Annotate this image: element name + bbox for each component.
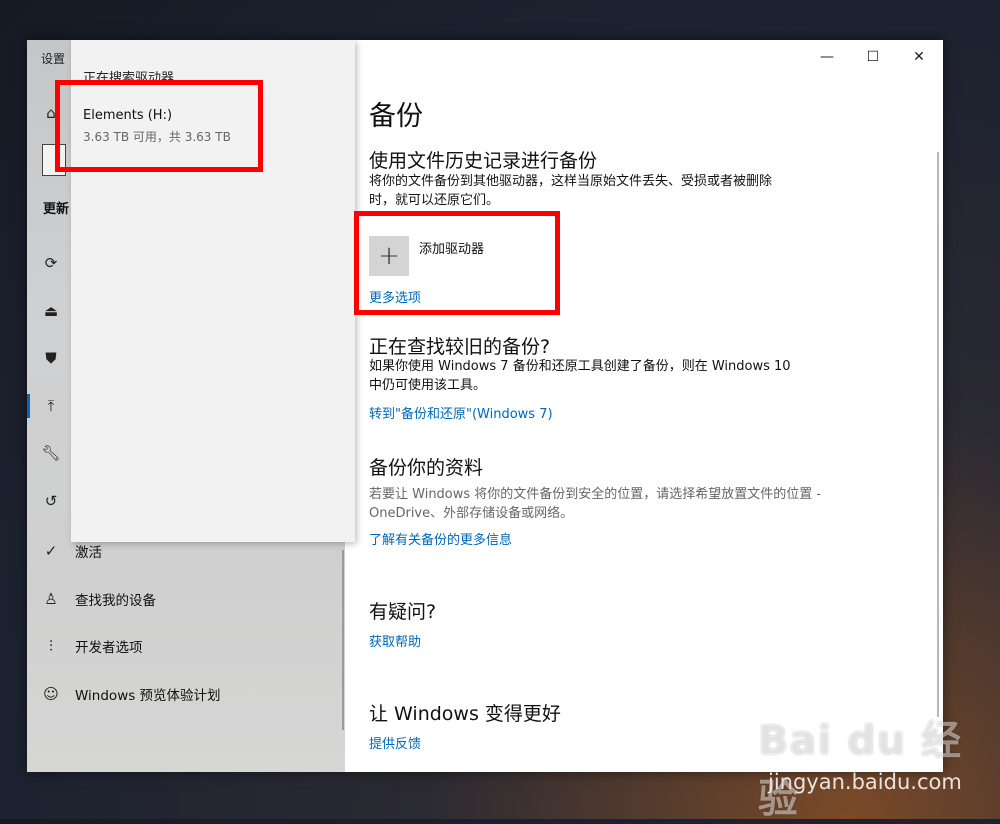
questions-heading: 有疑问? bbox=[369, 601, 437, 623]
sidebar-item-label: Windows 预览体验计划 bbox=[75, 688, 221, 704]
sidebar-item-label: 开发者选项 bbox=[75, 640, 143, 656]
file-history-heading: 使用文件历史记录进行备份 bbox=[369, 150, 598, 172]
maximize-button[interactable]: ☐ bbox=[859, 48, 887, 66]
give-feedback-link[interactable]: 提供反馈 bbox=[369, 733, 421, 752]
drive-picker-flyout: 正在搜索驱动器 Elements (H:) 3.63 TB 可用，共 3.63 … bbox=[71, 40, 355, 542]
shield-icon[interactable]: ⛊ bbox=[41, 348, 61, 368]
older-backup-heading: 正在查找较旧的备份? bbox=[369, 336, 551, 358]
more-options-link[interactable]: 更多选项 bbox=[369, 287, 421, 306]
watermark-logo: Bai du 经验 bbox=[758, 718, 963, 822]
plus-icon: + bbox=[378, 241, 400, 271]
sidebar-item-label: 查找我的设备 bbox=[75, 593, 156, 609]
backup-data-desc-1: 若要让 Windows 将你的文件备份到安全的位置，请选择希望放置文件的位置 - bbox=[369, 487, 822, 502]
sync-icon[interactable]: ⟳ bbox=[41, 253, 61, 273]
search-input[interactable] bbox=[42, 144, 66, 176]
backup-restore-link[interactable]: 转到"备份和还原"(Windows 7) bbox=[369, 403, 553, 422]
drive-option[interactable]: Elements (H:) 3.63 TB 可用，共 3.63 TB bbox=[71, 98, 355, 148]
settings-window: 设置 ⌂ 更新 ⟳ ⏏ ⛊ ⤒ 🔧︎ ↺ ✓ 激活 ♙ 查找我的设备 ⫶ 开发者… bbox=[27, 40, 943, 772]
content-scrollbar[interactable] bbox=[937, 152, 939, 717]
drive-capacity: 3.63 TB 可用，共 3.63 TB bbox=[83, 130, 231, 144]
insider-cat-icon: ☺ bbox=[43, 685, 59, 703]
wrench-icon[interactable]: 🔧︎ bbox=[41, 443, 61, 463]
search-status: 正在搜索驱动器 bbox=[83, 71, 175, 86]
selected-indicator bbox=[27, 394, 30, 418]
sidebar-item-insider[interactable]: ☺ Windows 预览体验计划 bbox=[41, 679, 221, 709]
learn-more-link[interactable]: 了解有关备份的更多信息 bbox=[369, 529, 512, 548]
page-title: 备份 bbox=[369, 101, 423, 132]
history-icon[interactable]: ↺ bbox=[41, 491, 61, 511]
developer-sliders-icon: ⫶ bbox=[49, 637, 53, 655]
home-icon[interactable]: ⌂ bbox=[41, 103, 61, 123]
watermark-url: jingyan.baidu.com bbox=[768, 770, 962, 794]
close-button[interactable]: ✕ bbox=[905, 48, 933, 66]
drive-name: Elements (H:) bbox=[83, 108, 173, 123]
older-backup-desc-2: 中仍可使用该工具。 bbox=[369, 378, 487, 393]
backup-data-heading: 备份你的资料 bbox=[369, 457, 484, 479]
sidebar-item-label: 激活 bbox=[75, 545, 102, 561]
backup-arrow-icon[interactable]: ⤒ bbox=[41, 396, 61, 416]
app-title: 设置 bbox=[41, 52, 66, 66]
check-circle-icon: ✓ bbox=[44, 542, 58, 560]
sidebar-item-find-device[interactable]: ♙ 查找我的设备 bbox=[41, 584, 156, 614]
sidebar-item-developer[interactable]: ⫶ 开发者选项 bbox=[41, 631, 143, 661]
baidu-watermark: Bai du 经验 jingyan.baidu.com bbox=[758, 708, 1000, 824]
add-drive-label[interactable]: 添加驱动器 bbox=[419, 238, 484, 257]
person-location-icon: ♙ bbox=[44, 590, 58, 608]
file-history-desc-2: 时，就可以还原它们。 bbox=[369, 193, 500, 208]
feedback-heading: 让 Windows 变得更好 bbox=[369, 703, 561, 725]
minimize-button[interactable]: — bbox=[813, 48, 841, 66]
add-drive-button[interactable]: + bbox=[369, 236, 409, 276]
backup-data-desc-2: OneDrive、外部存储设备或网络。 bbox=[369, 506, 574, 521]
get-help-link[interactable]: 获取帮助 bbox=[369, 631, 421, 650]
sidebar-heading: 更新 bbox=[43, 202, 70, 217]
file-history-desc-1: 将你的文件备份到其他驱动器，这样当原始文件丢失、受损或者被删除 bbox=[369, 174, 773, 189]
delivery-icon[interactable]: ⏏ bbox=[41, 301, 61, 321]
older-backup-desc-1: 如果你使用 Windows 7 备份和还原工具创建了备份，则在 Windows … bbox=[369, 359, 791, 374]
sidebar-scrollbar[interactable] bbox=[342, 550, 344, 730]
main-content: — ☐ ✕ 备份 使用文件历史记录进行备份 将你的文件备份到其他驱动器，这样当原… bbox=[345, 40, 943, 772]
